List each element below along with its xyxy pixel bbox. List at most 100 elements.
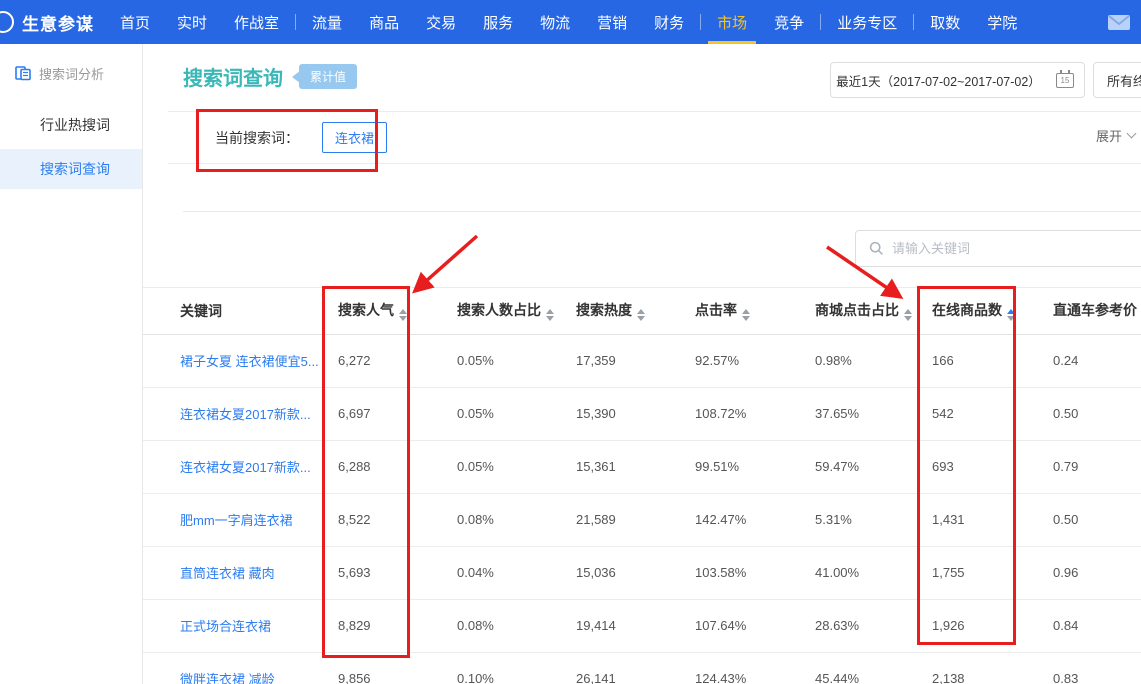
column-header[interactable]: 搜索热度	[576, 288, 695, 334]
table-row: 正式场合连衣裙8,8290.08%19,414107.64%28.63%1,92…	[143, 599, 1141, 652]
nav-item[interactable]: 取数	[930, 0, 960, 44]
sort-icon[interactable]	[637, 309, 645, 321]
table-cell: 1,926	[932, 599, 1053, 652]
column-header[interactable]: 商城点击占比	[815, 288, 932, 334]
sort-up-arrow	[546, 309, 554, 314]
current-search-label: 当前搜索词：	[215, 128, 299, 148]
nav-item[interactable]: 竞争	[774, 0, 804, 44]
sort-up-arrow	[399, 309, 407, 314]
sort-icon[interactable]	[546, 309, 554, 321]
nav-group: 业务专区	[837, 0, 897, 44]
sidebar-section-label: 搜索词分析	[39, 64, 104, 83]
sort-down-arrow	[399, 316, 407, 321]
table-cell: 6,272	[338, 334, 457, 387]
search-icon	[869, 241, 884, 256]
calendar-button[interactable]: 15	[1046, 62, 1085, 98]
column-header[interactable]: 点击率	[695, 288, 815, 334]
page-title: 搜索词查询	[183, 62, 283, 91]
calendar-icon: 15	[1056, 73, 1074, 88]
table-cell: 0.50	[1053, 493, 1141, 546]
table-cell: 正式场合连衣裙	[143, 599, 338, 652]
column-header[interactable]: 搜索人气	[338, 288, 457, 334]
current-search-panel: 当前搜索词： 连衣裙	[168, 111, 1141, 164]
table-cell: 0.79	[1053, 440, 1141, 493]
table-cell: 26,141	[576, 652, 695, 684]
keyword-link[interactable]: 直筒连衣裙 藏肉	[180, 566, 275, 581]
sidebar-section-search-analysis: 搜索词分析	[0, 44, 142, 83]
table-cell: 直筒连衣裙 藏肉	[143, 546, 338, 599]
table-cell: 6,288	[338, 440, 457, 493]
sort-icon[interactable]	[904, 309, 912, 321]
table-cell: 5.31%	[815, 493, 932, 546]
table-cell: 693	[932, 440, 1053, 493]
table-cell: 0.05%	[457, 387, 576, 440]
column-label: 在线商品数	[932, 302, 1002, 318]
terminal-filter-label: 所有终端	[1107, 71, 1141, 90]
table-row: 连衣裙女夏2017新款...6,6970.05%15,390108.72%37.…	[143, 387, 1141, 440]
table-cell: 0.08%	[457, 493, 576, 546]
sort-down-arrow	[546, 316, 554, 321]
table-cell: 肥mm一字肩连衣裙	[143, 493, 338, 546]
nav-item[interactable]: 商品	[369, 0, 399, 44]
sidebar-item[interactable]: 搜索词查询	[0, 149, 142, 189]
date-range-picker[interactable]: 最近1天（2017-07-02~2017-07-02）	[830, 62, 1047, 98]
table-cell: 5,693	[338, 546, 457, 599]
column-header[interactable]: 在线商品数	[932, 288, 1053, 334]
table-cell: 0.05%	[457, 334, 576, 387]
sort-icon[interactable]	[399, 309, 407, 321]
expand-button[interactable]: 展开	[1096, 126, 1135, 145]
app-logo[interactable]: 生意参谋	[0, 10, 94, 35]
section-divider	[183, 211, 1141, 212]
sort-icon[interactable]	[742, 309, 750, 321]
sidebar-item[interactable]: 行业热搜词	[0, 105, 142, 145]
table-cell: 0.24	[1053, 334, 1141, 387]
table-cell: 21,589	[576, 493, 695, 546]
keyword-link[interactable]: 裙子女夏 连衣裙便宜5...	[180, 354, 319, 369]
nav-item[interactable]: 交易	[426, 0, 456, 44]
nav-item[interactable]: 服务	[483, 0, 513, 44]
column-header: 关键词	[143, 288, 338, 334]
search-terms-table: 关键词 搜索人气 搜索人数占比搜索热度点击率商城点击占比在线商品数 直通车参考价 裙子…	[143, 287, 1141, 684]
nav-group: 市场竞争	[717, 0, 804, 44]
table-cell: 0.98%	[815, 334, 932, 387]
sort-down-arrow	[904, 316, 912, 321]
column-header[interactable]: 直通车参考价	[1053, 288, 1141, 334]
keyword-link[interactable]: 正式场合连衣裙	[180, 619, 271, 634]
keyword-link[interactable]: 微胖连衣裙 减龄	[180, 672, 275, 684]
table-cell: 连衣裙女夏2017新款...	[143, 387, 338, 440]
keyword-link[interactable]: 连衣裙女夏2017新款...	[180, 460, 311, 475]
nav-menu: 首页实时作战室流量商品交易服务物流营销财务市场竞争业务专区取数学院	[120, 0, 1107, 44]
nav-item[interactable]: 学院	[987, 0, 1017, 44]
keyword-link[interactable]: 连衣裙女夏2017新款...	[180, 407, 311, 422]
table-row: 微胖连衣裙 减龄9,8560.10%26,141124.43%45.44%2,1…	[143, 652, 1141, 684]
table-row: 裙子女夏 连衣裙便宜5...6,2720.05%17,35992.57%0.98…	[143, 334, 1141, 387]
keyword-link[interactable]: 肥mm一字肩连衣裙	[180, 513, 293, 528]
table-body: 裙子女夏 连衣裙便宜5...6,2720.05%17,35992.57%0.98…	[143, 334, 1141, 684]
sort-icon[interactable]	[1007, 309, 1015, 321]
nav-item[interactable]: 物流	[540, 0, 570, 44]
table-cell: 1,755	[932, 546, 1053, 599]
nav-item[interactable]: 财务	[654, 0, 684, 44]
nav-item[interactable]: 业务专区	[837, 0, 897, 44]
table-cell: 0.96	[1053, 546, 1141, 599]
table-cell: 59.47%	[815, 440, 932, 493]
keyword-search-box: ×	[855, 230, 1141, 267]
mail-button[interactable]	[1107, 14, 1131, 31]
nav-item[interactable]: 作战室	[234, 0, 279, 44]
nav-item[interactable]: 营销	[597, 0, 627, 44]
title-row: 搜索词查询 累计值	[183, 62, 357, 91]
table-cell: 裙子女夏 连衣裙便宜5...	[143, 334, 338, 387]
date-range-label: 最近1天（2017-07-02~2017-07-02）	[836, 71, 1041, 90]
nav-item[interactable]: 首页	[120, 0, 150, 44]
column-label: 关键词	[180, 303, 222, 319]
nav-item[interactable]: 实时	[177, 0, 207, 44]
nav-divider	[820, 14, 821, 30]
column-header[interactable]: 搜索人数占比	[457, 288, 576, 334]
search-input[interactable]	[892, 241, 1141, 256]
table-cell: 2,138	[932, 652, 1053, 684]
column-label: 搜索人气	[338, 302, 394, 318]
nav-item[interactable]: 流量	[312, 0, 342, 44]
terminal-filter-select[interactable]: 所有终端	[1093, 62, 1141, 98]
nav-item[interactable]: 市场	[717, 0, 747, 44]
current-keyword-chip[interactable]: 连衣裙	[322, 122, 387, 153]
